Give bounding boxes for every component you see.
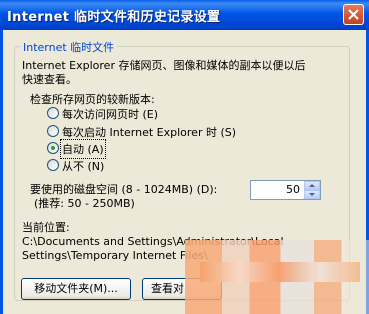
obscured-region-overlay bbox=[200, 262, 360, 282]
close-icon bbox=[348, 9, 359, 20]
move-folder-button[interactable]: 移动文件夹(M)... bbox=[21, 278, 131, 300]
disk-space-value[interactable]: 50 bbox=[286, 183, 300, 196]
radio-every-visit[interactable] bbox=[47, 107, 59, 119]
window-title: Internet 临时文件和历史记录设置 bbox=[7, 10, 221, 25]
check-label: 检查所存网页的较新版本: bbox=[30, 93, 155, 106]
title-bar[interactable]: Internet 临时文件和历史记录设置 bbox=[0, 0, 369, 30]
disk-space-spinner[interactable]: 50 bbox=[250, 180, 321, 200]
radio-every-start[interactable] bbox=[47, 125, 59, 137]
spin-down-button[interactable] bbox=[304, 190, 320, 199]
radio-never[interactable] bbox=[47, 159, 59, 171]
close-button[interactable] bbox=[343, 4, 364, 25]
radio-every-visit-label[interactable]: 每次访问网页时 (E) bbox=[62, 106, 158, 122]
radio-every-start-label[interactable]: 每次启动 Internet Explorer 时 (S) bbox=[62, 124, 236, 140]
disk-space-recommended: (推荐: 50 - 250MB) bbox=[34, 197, 135, 210]
radio-never-label[interactable]: 从不 (N) bbox=[62, 158, 104, 174]
group-title: Internet 临时文件 bbox=[20, 39, 118, 55]
radio-automatic[interactable] bbox=[47, 142, 59, 154]
radio-automatic-label[interactable]: 自动 (A) bbox=[60, 139, 106, 159]
location-label: 当前位置: bbox=[22, 221, 70, 234]
location-path-line-2: Settings\Temporary Internet Files\ bbox=[22, 249, 208, 262]
spin-up-button[interactable] bbox=[304, 181, 320, 190]
description-line-2: 快速查看。 bbox=[22, 73, 77, 86]
